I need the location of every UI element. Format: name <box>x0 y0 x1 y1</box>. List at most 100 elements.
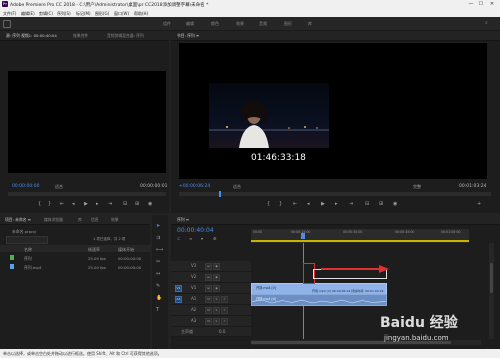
mark-out-icon[interactable]: } <box>279 201 282 207</box>
tab-source[interactable]: 源: 序列 视频1: 00:00:40:04 <box>6 33 57 39</box>
mute-icon[interactable]: M <box>205 296 212 303</box>
workspace-tab-libraries[interactable]: 库 <box>308 21 312 27</box>
mark-out-icon[interactable]: } <box>48 201 51 207</box>
sync-lock-icon[interactable]: ⊟ <box>205 274 212 281</box>
menu-marker[interactable]: 标记(M) <box>76 11 91 17</box>
eye-icon[interactable]: ◉ <box>213 263 220 270</box>
step-forward-icon[interactable]: ▸ <box>96 201 99 207</box>
play-icon[interactable]: ▶ <box>321 201 325 207</box>
mic-icon[interactable]: ♪ <box>221 307 228 314</box>
tab-effects[interactable]: 效果 <box>111 217 119 223</box>
menu-edit[interactable]: 编辑(E) <box>21 11 35 17</box>
source-patch-v1[interactable]: V1 <box>175 285 182 292</box>
workspace-tab-graphics[interactable]: 图形 <box>284 21 292 27</box>
close-button[interactable]: ✕ <box>488 1 496 8</box>
workspace-tab-assembly[interactable]: 组件 <box>163 21 171 27</box>
master-volume[interactable]: 0.0 <box>219 329 225 334</box>
settings-wrench-icon[interactable]: ⚙ <box>213 236 217 242</box>
timeline-ruler[interactable]: 00:00 00:00:15:00 00:00:30:00 00:00:45:0… <box>251 229 469 243</box>
home-icon[interactable] <box>3 20 11 28</box>
sync-lock-icon[interactable]: ⊟ <box>205 263 212 270</box>
track-header-a3[interactable]: A3 M S ♪ <box>171 316 251 327</box>
program-fit-dropdown[interactable]: 适合 <box>233 184 241 190</box>
workspace-tab-color[interactable]: 颜色 <box>211 21 219 27</box>
program-timecode-playhead[interactable]: +00:00:06:24 <box>179 184 210 189</box>
menu-file[interactable]: 文件(F) <box>3 11 16 17</box>
sync-lock-icon[interactable]: ⊟ <box>205 285 212 292</box>
export-frame-icon[interactable]: ◉ <box>148 201 152 207</box>
type-tool-icon[interactable]: T <box>156 307 159 313</box>
scrollbar-thumb[interactable] <box>490 263 493 293</box>
export-frame-icon[interactable]: ◉ <box>393 201 397 207</box>
snap-icon[interactable]: ⊂ <box>177 236 180 242</box>
timeline-timecode[interactable]: 00:00:40:04 <box>177 227 214 234</box>
linked-selection-icon[interactable]: ∞ <box>189 236 192 242</box>
tab-project[interactable]: 项目: 未命名 ≡ <box>5 217 31 223</box>
source-timecode-in[interactable]: 00:00:00:00 <box>12 184 39 189</box>
selection-tool-icon[interactable]: ➤ <box>156 223 160 229</box>
track-header-v2[interactable]: V2 ⊟ ◉ <box>171 272 251 283</box>
work-area-bar[interactable] <box>251 240 469 242</box>
ripple-edit-tool-icon[interactable]: ⟷ <box>156 247 163 253</box>
mic-icon[interactable]: ♪ <box>221 318 228 325</box>
add-button-icon[interactable]: + <box>477 201 481 207</box>
program-time-ruler[interactable] <box>179 191 491 197</box>
program-quality-dropdown[interactable]: 完整 <box>413 184 421 190</box>
source-time-ruler[interactable] <box>8 192 166 196</box>
workspace-tab-effects[interactable]: 效果 <box>236 21 244 27</box>
mute-icon[interactable]: M <box>205 307 212 314</box>
menu-sequence[interactable]: 序列(S) <box>57 11 71 17</box>
go-to-in-icon[interactable]: ⇤ <box>293 201 297 207</box>
program-monitor[interactable]: 01:46:33:18 <box>179 43 487 179</box>
solo-icon[interactable]: S <box>213 318 220 325</box>
go-to-out-icon[interactable]: ⇥ <box>108 201 112 207</box>
track-select-tool-icon[interactable]: ⇉ <box>156 235 160 241</box>
source-fit-dropdown[interactable]: 适合 <box>55 184 63 190</box>
menu-window[interactable]: 窗口(W) <box>114 11 129 17</box>
tab-sequence[interactable]: 序列 ≡ <box>177 217 189 223</box>
solo-icon[interactable]: S <box>213 296 220 303</box>
tab-info[interactable]: 信息 <box>91 217 99 223</box>
list-item[interactable]: 序列 25.00 fps 00:00:00:00 <box>0 254 159 262</box>
menu-graphics[interactable]: 图形(G) <box>95 11 109 17</box>
eye-icon[interactable]: ◉ <box>213 285 220 292</box>
tab-effect-controls[interactable]: 效果控件 <box>73 33 88 39</box>
track-header-a2[interactable]: A2 M S ♪ <box>171 305 251 316</box>
eye-icon[interactable]: ◉ <box>213 274 220 281</box>
go-to-in-icon[interactable]: ⇤ <box>60 201 64 207</box>
slip-tool-icon[interactable]: ↔ <box>156 271 160 277</box>
menu-clip[interactable]: 剪辑(C) <box>39 11 53 17</box>
step-back-icon[interactable]: ◂ <box>72 201 75 207</box>
step-forward-icon[interactable]: ▸ <box>335 201 338 207</box>
timeline-scrollbar[interactable] <box>489 243 494 339</box>
program-playhead[interactable] <box>219 191 221 197</box>
mute-icon[interactable]: M <box>205 318 212 325</box>
go-to-out-icon[interactable]: ⇥ <box>349 201 353 207</box>
track-header-a1[interactable]: A1 A1 M S ♪ <box>171 294 251 305</box>
hand-tool-icon[interactable]: ✋ <box>156 295 162 301</box>
column-media-start[interactable]: 媒体开始 <box>118 247 134 253</box>
track-header-v3[interactable]: V3 ⊟ ◉ <box>171 261 251 272</box>
mic-icon[interactable]: ♪ <box>221 296 228 303</box>
tab-libraries[interactable]: 库 <box>78 217 82 223</box>
list-item[interactable]: 序列.mp4 25.00 fps 00:00:00:00 <box>0 263 159 271</box>
pen-tool-icon[interactable]: ✎ <box>156 283 160 289</box>
menu-help[interactable]: 帮助(H) <box>134 11 148 17</box>
insert-icon[interactable]: ⊟ <box>123 201 127 207</box>
tab-audio-mixer[interactable]: 音频剪辑混合器: 序列 <box>107 33 144 39</box>
source-monitor[interactable] <box>8 71 166 173</box>
extract-icon[interactable]: ⊞ <box>379 201 383 207</box>
track-header-v1[interactable]: V1 V1 ⊟ ◉ <box>171 283 251 294</box>
project-search-input[interactable] <box>6 236 48 244</box>
minimize-button[interactable]: — <box>467 1 475 8</box>
lift-icon[interactable]: ⊟ <box>365 201 369 207</box>
column-framerate[interactable]: 帧速率 <box>88 247 100 253</box>
tab-media-browser[interactable]: 媒体浏览器 <box>44 217 63 223</box>
mark-in-icon[interactable]: { <box>267 201 270 207</box>
mark-in-icon[interactable]: { <box>38 201 41 207</box>
workspace-tab-editing[interactable]: 编辑 <box>186 21 194 27</box>
add-marker-icon[interactable]: ▾ <box>201 236 203 242</box>
maximize-button[interactable]: ☐ <box>477 1 485 8</box>
solo-icon[interactable]: S <box>213 307 220 314</box>
source-patch-a1[interactable]: A1 <box>175 296 182 303</box>
